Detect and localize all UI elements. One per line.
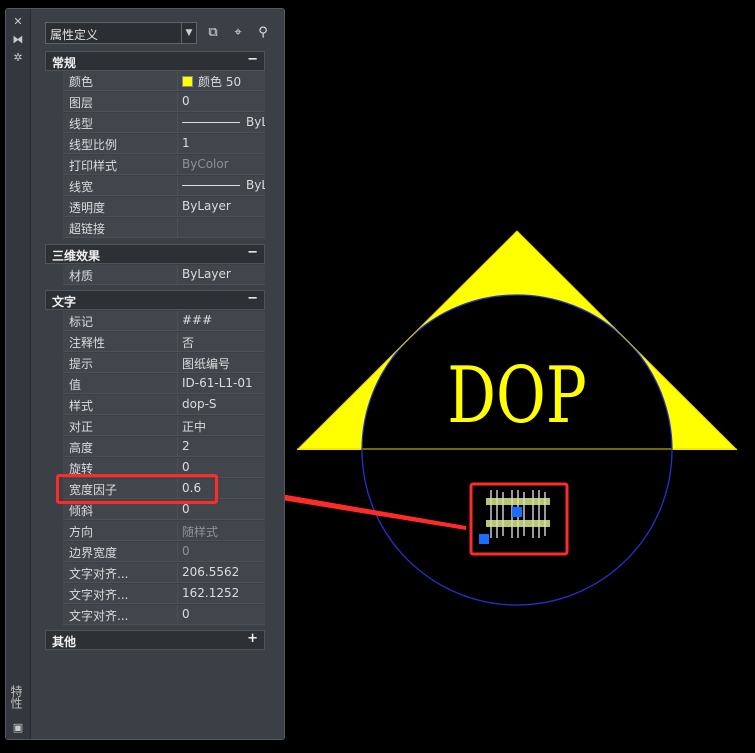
prop-value[interactable]: 0 [178,605,265,625]
toggle-pickadd-icon[interactable]: ⧉ [204,24,222,42]
prop-label: 文字对齐... [63,584,178,604]
prop-label: 打印样式 [63,155,178,175]
chevron-down-icon[interactable]: ▼ [181,23,196,43]
section-general[interactable]: 常规 − [45,51,265,71]
dop-text[interactable]: DOP [447,351,587,441]
prop-value[interactable]: 2 [178,437,265,457]
settings-icon[interactable]: ✲ [11,51,25,65]
prop-row-linetype[interactable]: 线型 ByLayer [45,113,265,134]
section-other-title: 其他 [52,635,77,649]
color-swatch-icon [182,76,193,87]
prop-label: 线宽 [63,176,178,196]
prop-value[interactable]: ### [178,311,265,331]
grip-corner[interactable] [479,534,489,544]
prop-value-text: ByLayer [246,178,265,192]
prop-value[interactable]: ByLayer [178,265,265,285]
prop-row-color[interactable]: 颜色 颜色 50 [45,71,265,92]
section-text-title: 文字 [52,295,77,309]
prop-label: 材质 [63,265,178,285]
prop-label: 样式 [63,395,178,415]
palette-menu-icon[interactable]: ▣ [11,721,25,735]
linetype-preview [182,122,240,123]
prop-value-text: 颜色 50 [198,75,242,89]
collapse-icon[interactable]: − [247,52,258,67]
prop-label: 透明度 [63,197,178,217]
prop-label: 注释性 [63,332,178,352]
prop-value[interactable]: ByLayer [178,176,265,196]
prop-row-layer[interactable]: 图层 0 [45,92,265,113]
lineweight-preview [182,185,240,186]
prop-label: 值 [63,374,178,394]
prop-label: 边界宽度 [63,542,178,562]
palette-title-strip[interactable]: ✕ ⧓ ✲ 特性 ▣ [6,9,31,739]
prop-value[interactable]: 0 [178,92,265,112]
prop-label: 方向 [63,521,178,541]
prop-row-align-x[interactable]: 文字对齐... 206.5562 [45,563,265,584]
prop-row-justify[interactable]: 对正 正中 [45,416,265,437]
prop-row-align-y[interactable]: 文字对齐... 162.1252 [45,584,265,605]
prop-value[interactable]: ID-61-L1-01 [178,374,265,394]
highlight-box-width-factor [56,474,218,504]
prop-value[interactable] [178,218,265,238]
prop-row-transparency[interactable]: 透明度 ByLayer [45,197,265,218]
prop-row-annotative[interactable]: 注释性 否 [45,332,265,353]
prop-label: 线型 [63,113,178,133]
prop-value-text: ByLayer [246,115,265,129]
collapse-icon[interactable]: − [247,245,258,260]
auto-hide-icon[interactable]: ⧓ [11,33,25,47]
prop-value[interactable]: dop-S [178,395,265,415]
prop-row-style[interactable]: 样式 dop-S [45,395,265,416]
prop-label: 线型比例 [63,134,178,154]
prop-value[interactable]: 1 [178,134,265,154]
section-text[interactable]: 文字 − [45,290,265,310]
prop-value[interactable]: ByLayer [178,197,265,217]
prop-row-prompt[interactable]: 提示 图纸编号 [45,353,265,374]
prop-row-plotstyle[interactable]: 打印样式 ByColor [45,155,265,176]
quick-select-icon[interactable]: ⚲ [254,24,272,42]
palette-title: 特性 [9,685,23,709]
prop-label: 标记 [63,311,178,331]
expand-icon[interactable]: + [247,631,258,646]
close-icon[interactable]: ✕ [11,15,25,29]
prop-label: 文字对齐... [63,605,178,625]
prop-value[interactable]: 206.5562 [178,563,265,583]
collapse-icon[interactable]: − [247,291,258,306]
prop-label: 颜色 [63,71,178,91]
prop-value[interactable]: 颜色 50 [178,71,265,91]
prop-row-material[interactable]: 材质 ByLayer [45,265,265,286]
prop-row-height[interactable]: 高度 2 [45,437,265,458]
prop-value[interactable]: 图纸编号 [178,353,265,373]
prop-row-direction[interactable]: 方向 随样式 [45,521,265,542]
grip-center[interactable] [512,507,522,517]
prop-value: 随样式 [178,521,265,541]
prop-row-boundary-width[interactable]: 边界宽度 0 [45,542,265,563]
prop-row-ltscale[interactable]: 线型比例 1 [45,134,265,155]
section-3d-title: 三维效果 [52,249,101,263]
prop-value: 0 [178,542,265,562]
prop-row-align-z[interactable]: 文字对齐... 0 [45,605,265,626]
object-type-value: 属性定义 [50,28,99,42]
prop-row-tag[interactable]: 标记 ### [45,311,265,332]
object-type-select[interactable]: 属性定义 ▼ [45,22,197,44]
prop-value: ByColor [178,155,265,175]
prop-row-hyperlink[interactable]: 超链接 [45,218,265,239]
prop-value[interactable]: 否 [178,332,265,352]
prop-value[interactable]: ByLayer [178,113,265,133]
select-objects-icon[interactable]: ⌖ [229,24,247,42]
circle-fill [362,295,672,605]
prop-label: 提示 [63,353,178,373]
prop-value[interactable]: 162.1252 [178,584,265,604]
section-general-title: 常规 [52,56,77,70]
prop-value[interactable]: 正中 [178,416,265,436]
prop-label: 高度 [63,437,178,457]
section-3d[interactable]: 三维效果 − [45,244,265,264]
prop-row-lineweight[interactable]: 线宽 ByLayer [45,176,265,197]
prop-label: 文字对齐... [63,563,178,583]
prop-label: 超链接 [63,218,178,238]
prop-label: 图层 [63,92,178,112]
prop-label: 对正 [63,416,178,436]
prop-row-value[interactable]: 值 ID-61-L1-01 [45,374,265,395]
section-other[interactable]: 其他 + [45,630,265,650]
